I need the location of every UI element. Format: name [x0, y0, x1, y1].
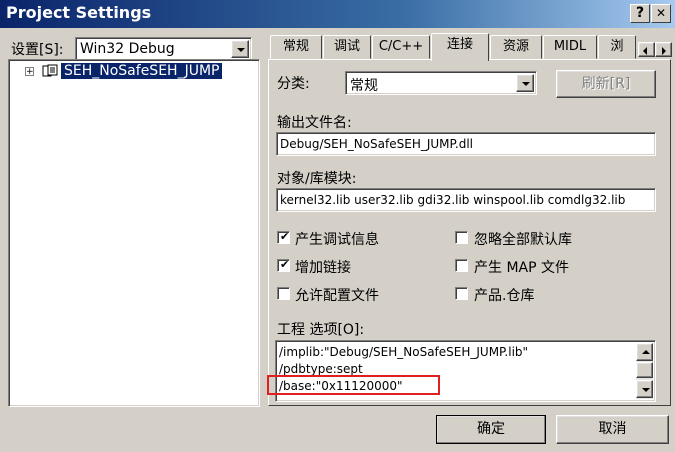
refresh-button[interactable]: 刷新[R]: [556, 70, 656, 98]
options-scrollbar[interactable]: [636, 343, 653, 399]
output-file-value: Debug/SEH_NoSafeSEH_JUMP.dll: [280, 137, 473, 151]
debug-info-label: 产生调试信息: [295, 232, 379, 248]
tab-resources[interactable]: 资源: [490, 35, 542, 59]
ok-button[interactable]: 确定: [436, 415, 546, 444]
map-file-checkbox[interactable]: [455, 259, 468, 272]
scroll-thumb[interactable]: [636, 362, 653, 378]
profiling-label: 允许配置文件: [295, 288, 379, 304]
project-options-label: 工程 选项[O]:: [277, 322, 365, 338]
tab-midl[interactable]: MIDL: [543, 35, 597, 59]
options-line-1: /implib:"Debug/SEH_NoSafeSEH_JUMP.lib": [279, 345, 529, 359]
tab-debug[interactable]: 调试: [323, 35, 371, 59]
ignore-libs-label: 忽略全部默认库: [474, 232, 572, 248]
tree-expand-icon[interactable]: +: [25, 67, 34, 77]
chevron-down-icon[interactable]: [231, 40, 249, 58]
help-button[interactable]: ?: [630, 4, 650, 23]
tree-item-project[interactable]: SEH_NoSafeSEH_JUMP: [61, 63, 223, 79]
project-options-textarea[interactable]: /implib:"Debug/SEH_NoSafeSEH_JUMP.lib" /…: [267, 340, 656, 402]
debug-info-checkbox[interactable]: ✔: [277, 230, 290, 244]
ignore-libs-checkbox[interactable]: [455, 231, 468, 244]
tab-general[interactable]: 常规: [270, 35, 322, 59]
incremental-link-checkbox[interactable]: ✔: [277, 258, 290, 272]
chevron-down-icon[interactable]: [516, 74, 534, 92]
scroll-down-icon[interactable]: [636, 380, 653, 398]
category-value: 常规: [350, 78, 378, 94]
repository-checkbox[interactable]: [455, 287, 468, 300]
repository-label: 产品.仓库: [474, 288, 535, 304]
project-icon: [42, 64, 59, 78]
modules-input[interactable]: kernel32.lib user32.lib gdi32.lib winspo…: [276, 188, 656, 212]
options-line-2: /pdbtype:sept: [279, 362, 363, 376]
settings-for-combo[interactable]: Win32 Debug: [75, 37, 252, 61]
highlight-box: [267, 375, 440, 395]
project-tree[interactable]: + SEH_NoSafeSEH_JUMP: [8, 59, 260, 407]
cancel-button[interactable]: 取消: [556, 415, 669, 444]
modules-value: kernel32.lib user32.lib gdi32.lib winspo…: [280, 193, 626, 207]
window-title: Project Settings: [6, 3, 152, 22]
incremental-link-label: 增加链接: [295, 260, 351, 276]
close-button[interactable]: ✕: [651, 4, 671, 23]
category-label: 分类:: [277, 76, 310, 92]
settings-for-label: 设置[S]:: [11, 42, 64, 58]
scroll-up-icon[interactable]: [636, 343, 653, 361]
checkmark-icon: ✔: [280, 258, 290, 271]
profiling-checkbox[interactable]: [277, 287, 290, 300]
modules-label: 对象/库模块:: [277, 171, 357, 187]
category-combo[interactable]: 常规: [345, 71, 537, 95]
tab-browse[interactable]: 浏: [598, 35, 636, 59]
checkmark-icon: ✔: [280, 230, 290, 243]
settings-for-value: Win32 Debug: [80, 41, 175, 57]
output-file-label: 输出文件名:: [277, 115, 352, 131]
tab-scroll-right-icon[interactable]: [655, 42, 672, 57]
map-file-label: 产生 MAP 文件: [474, 260, 569, 276]
tab-link[interactable]: 连接: [431, 33, 489, 61]
tab-cpp[interactable]: C/C++: [372, 35, 430, 59]
output-file-input[interactable]: Debug/SEH_NoSafeSEH_JUMP.dll: [276, 132, 656, 156]
tab-scroll-left-icon[interactable]: [638, 42, 655, 57]
